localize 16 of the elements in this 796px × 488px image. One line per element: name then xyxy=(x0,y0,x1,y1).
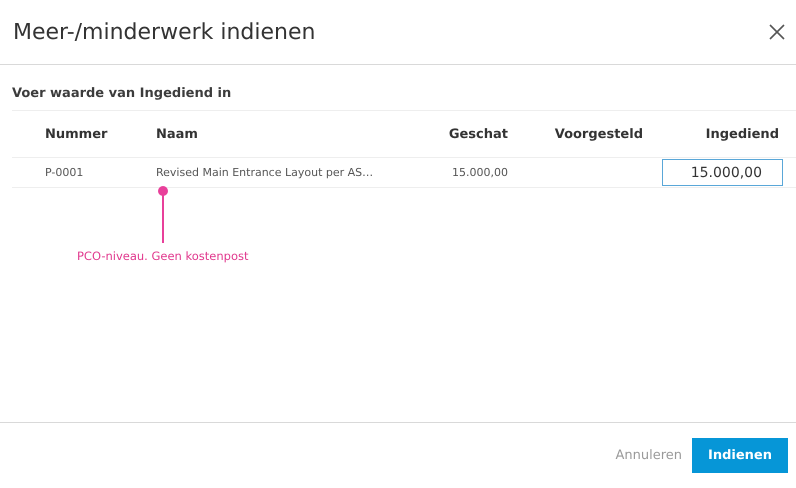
close-icon[interactable] xyxy=(769,24,785,40)
column-header: Geschat xyxy=(448,126,508,142)
table-cell-text: P-0001 xyxy=(45,166,84,179)
column-header: Ingediend xyxy=(706,126,779,142)
leader-line xyxy=(156,185,169,243)
column-header: Nummer xyxy=(45,126,108,142)
column-header: Voorgesteld xyxy=(554,126,643,142)
annotation-text: PCO-niveau. Geen kostenpost xyxy=(77,249,248,263)
table-cell: 15.000,00 xyxy=(452,166,508,179)
column-header: Naam xyxy=(156,126,199,142)
submit-button[interactable]: Indienen xyxy=(692,438,788,473)
input-field[interactable]: 15.000,00 xyxy=(662,159,783,186)
table-cell-text: Revised Main Entrance Layout per AS… xyxy=(156,166,374,179)
cancel-button[interactable]: Annuleren xyxy=(613,438,684,473)
dialog-title: Meer-/minderwerk indienen xyxy=(13,20,316,44)
instruction-text: Voer waarde van Ingediend in xyxy=(12,65,796,111)
